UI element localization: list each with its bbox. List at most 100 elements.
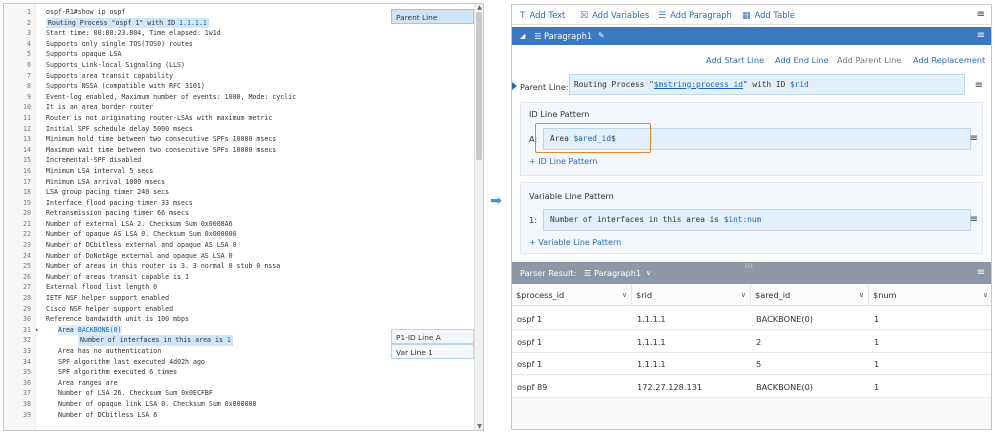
variable-line-field[interactable]: Number of interfaces in this area is $in… [543, 209, 971, 231]
parent-line-field[interactable]: Routing Process "$mstring:process_id" wi… [569, 74, 965, 95]
code-line[interactable]: 27 External flood list length 0 [4, 282, 387, 293]
parser-result-paragraph[interactable]: Paragraph1 [594, 262, 641, 284]
collapse-icon[interactable]: ◢ [520, 27, 525, 45]
table-row[interactable]: ospf 89 172.27.128.131 BACKBONE(0) 1 [512, 375, 991, 398]
code-line[interactable]: 13 Minimum hold time between two consecut… [4, 134, 387, 145]
code-line[interactable]: 12 Initial SPF schedule delay 5000 msecs [4, 124, 387, 135]
chevron-down-icon[interactable]: ∨ [646, 262, 651, 284]
column-header[interactable]: $num ∨ [869, 284, 991, 306]
id-line-tag[interactable]: P1-ID Line A [391, 329, 474, 344]
code-line[interactable]: 16 Minimum LSA interval 5 secs [4, 166, 387, 177]
line-number: 28 [23, 294, 31, 303]
code-line[interactable]: 22 Number of opaque AS LSA 0. Checksum Su… [4, 229, 387, 240]
code-line[interactable]: 26 Number of areas transit capable is 1 [4, 272, 387, 283]
chevron-down-icon[interactable]: ∨ [622, 284, 627, 306]
table-row[interactable]: ospf 1 1.1.1.1 2 1 [512, 330, 991, 353]
code-line[interactable]: 21 Number of external LSA 2. Checksum Sum… [4, 219, 387, 230]
add-variable-line-pattern-link[interactable]: + Variable Line Pattern [529, 238, 621, 247]
chevron-down-icon[interactable]: ∨ [859, 284, 864, 306]
column-header[interactable]: $process_id ∨ [512, 284, 632, 306]
add-text-button[interactable]: T Add Text [520, 5, 565, 25]
code-line[interactable]: 1 ospf-R1#show ip ospf [4, 7, 387, 18]
id-line-menu-icon[interactable]: ≡ [970, 134, 978, 144]
add-end-line-link[interactable]: Add End Line [775, 55, 829, 65]
line-number: 29 [23, 304, 31, 313]
column-header[interactable]: $rid ∨ [632, 284, 751, 306]
code-line[interactable]: 8 Supports NSSA (compatible with RFC 3101… [4, 81, 387, 92]
code-line[interactable]: 31 ▴ Area BACKBONE(0) [4, 324, 387, 336]
add-start-line-link[interactable]: Add Start Line [706, 55, 764, 65]
line-number: 17 [23, 177, 31, 186]
code-line[interactable]: 15 Incremental-SPF disabled [4, 155, 387, 166]
code-line[interactable]: 4 Supports only single TOS(TOS0) routes [4, 39, 387, 50]
toolbar-menu-icon[interactable]: ≡ [977, 10, 985, 20]
table-row[interactable]: ospf 1 1.1.1.1 5 1 [512, 353, 991, 375]
code-line[interactable]: 38 Number of opaque link LSA 0. Checksum … [4, 399, 387, 410]
scroll-up-icon[interactable]: ▲ [475, 4, 483, 11]
code-line[interactable]: 9 Event-log enabled, Maximum number of ev… [4, 92, 387, 103]
pattern-text-segment: Number of interfaces in this area is [550, 215, 724, 224]
paragraph-body: Add Start Line Add End Line Add Parent L… [512, 45, 991, 261]
code-line[interactable]: 33 Area has no authentication [4, 346, 387, 357]
table-row[interactable]: ospf 1 1.1.1.1 BACKBONE(0) 1 [512, 308, 991, 330]
scrollbar-thumb[interactable] [476, 12, 482, 160]
code-line[interactable]: 5 Supports opaque LSA [4, 49, 387, 60]
variable-line-menu-icon[interactable]: ≡ [970, 215, 978, 225]
line-text: Interface flood pacing timer 33 msecs [46, 198, 193, 209]
line-text-segment: Supports Link-local Signaling (LLS) [46, 60, 185, 69]
code-line[interactable]: 17 Minimum LSA arrival 1000 msecs [4, 177, 387, 188]
code-line[interactable]: 37 Number of LSA 26. Checksum Sum 0x0ECFB… [4, 388, 387, 399]
code-line[interactable]: 6 Supports Link-local Signaling (LLS) [4, 60, 387, 71]
line-text-segment: SPF algorithm last executed 4d02h ago [58, 357, 205, 366]
parent-line-menu-icon[interactable]: ≡ [975, 81, 983, 91]
code-line[interactable]: 24 Number of DoNotAge external and opaque… [4, 251, 387, 262]
line-value-token: BACKBONE(0) [77, 325, 122, 334]
code-line[interactable]: 36 Area ranges are [4, 378, 387, 389]
code-line[interactable]: 34 SPF algorithm last executed 4d02h ago [4, 357, 387, 368]
code-line[interactable]: 32 Number of interfaces in this area is 1 [4, 335, 387, 346]
arrow-right-icon: ➡ [490, 193, 502, 209]
code-line[interactable]: 2 Routing Process "ospf 1" with ID 1.1.1.… [4, 17, 387, 29]
paragraph-header[interactable]: ◢ ☰ Paragraph1 ✎ ≡ [512, 27, 991, 45]
scroll-down-icon[interactable]: ▼ [475, 423, 483, 430]
paragraph-menu-icon[interactable]: ≡ [977, 31, 985, 41]
code-line[interactable]: 23 Number of DCbitless external and opaqu… [4, 240, 387, 251]
log-editor[interactable]: 1 ospf-R1#show ip ospf 2 Routing Process "o… [3, 3, 484, 431]
add-table-button[interactable]: ▦ Add Table [742, 5, 795, 25]
add-replacement-link[interactable]: Add Replacement [913, 55, 985, 65]
column-header[interactable]: $ared_id ∨ [751, 284, 869, 306]
code-line[interactable]: 29 Cisco NSF helper support enabled [4, 304, 387, 315]
chevron-down-icon[interactable]: ∨ [741, 284, 746, 306]
code-line[interactable]: 39 Number of DCbitless LSA 6 [4, 410, 387, 421]
add-id-line-pattern-link[interactable]: + ID Line Pattern [529, 157, 597, 166]
editor-scrollbar[interactable]: ▲ ▼ [474, 4, 483, 430]
code-line[interactable]: 14 Maximum wait time between two consecut… [4, 145, 387, 156]
code-line[interactable]: 28 IETF NSF helper support enabled [4, 293, 387, 304]
add-variables-button[interactable]: ☒ Add Variables [580, 5, 649, 25]
code-line[interactable]: 19 Interface flood pacing timer 33 msecs [4, 198, 387, 209]
code-line[interactable]: 10 It is an area border router [4, 102, 387, 113]
code-line[interactable]: 35 SPF algorithm executed 6 times [4, 367, 387, 378]
code-line[interactable]: 3 Start time: 00:00:23.804, Time elapsed:… [4, 28, 387, 39]
chevron-down-icon[interactable]: ∨ [983, 284, 988, 306]
code-line[interactable]: 25 Number of areas in this router is 3. 3… [4, 261, 387, 272]
code-line[interactable]: 7 Supports area transit capability [4, 71, 387, 82]
table-cell: 1 [874, 336, 880, 347]
line-number: 10 [23, 103, 31, 112]
add-parent-line-link[interactable]: Add Parent Line [837, 55, 901, 65]
code-line[interactable]: 30 Reference bandwidth unit is 100 mbps [4, 314, 387, 325]
fold-toggle-icon[interactable]: ▴ [35, 325, 39, 336]
edit-icon[interactable]: ✎ [598, 27, 605, 45]
add-paragraph-button[interactable]: ☰ Add Paragraph [658, 5, 732, 25]
code-line[interactable]: 11 Router is not originating router-LSAs … [4, 113, 387, 124]
resize-grip-icon[interactable]: ⁞⁞⁞ [745, 263, 754, 270]
code-line[interactable]: 20 Retransmission pacing timer 66 msecs [4, 208, 387, 219]
table-cell: BACKBONE(0) [756, 381, 813, 392]
result-menu-icon[interactable]: ≡ [977, 268, 985, 278]
code-line[interactable]: 18 LSA group pacing timer 240 secs [4, 187, 387, 198]
parent-line-tag[interactable]: Parent Line [391, 9, 474, 24]
var-line-tag[interactable]: Var Line 1 [391, 344, 474, 359]
line-text: Supports NSSA (compatible with RFC 3101) [46, 81, 205, 92]
line-number: 39 [23, 410, 31, 419]
line-text: Number of areas transit capable is 1 [46, 272, 189, 283]
